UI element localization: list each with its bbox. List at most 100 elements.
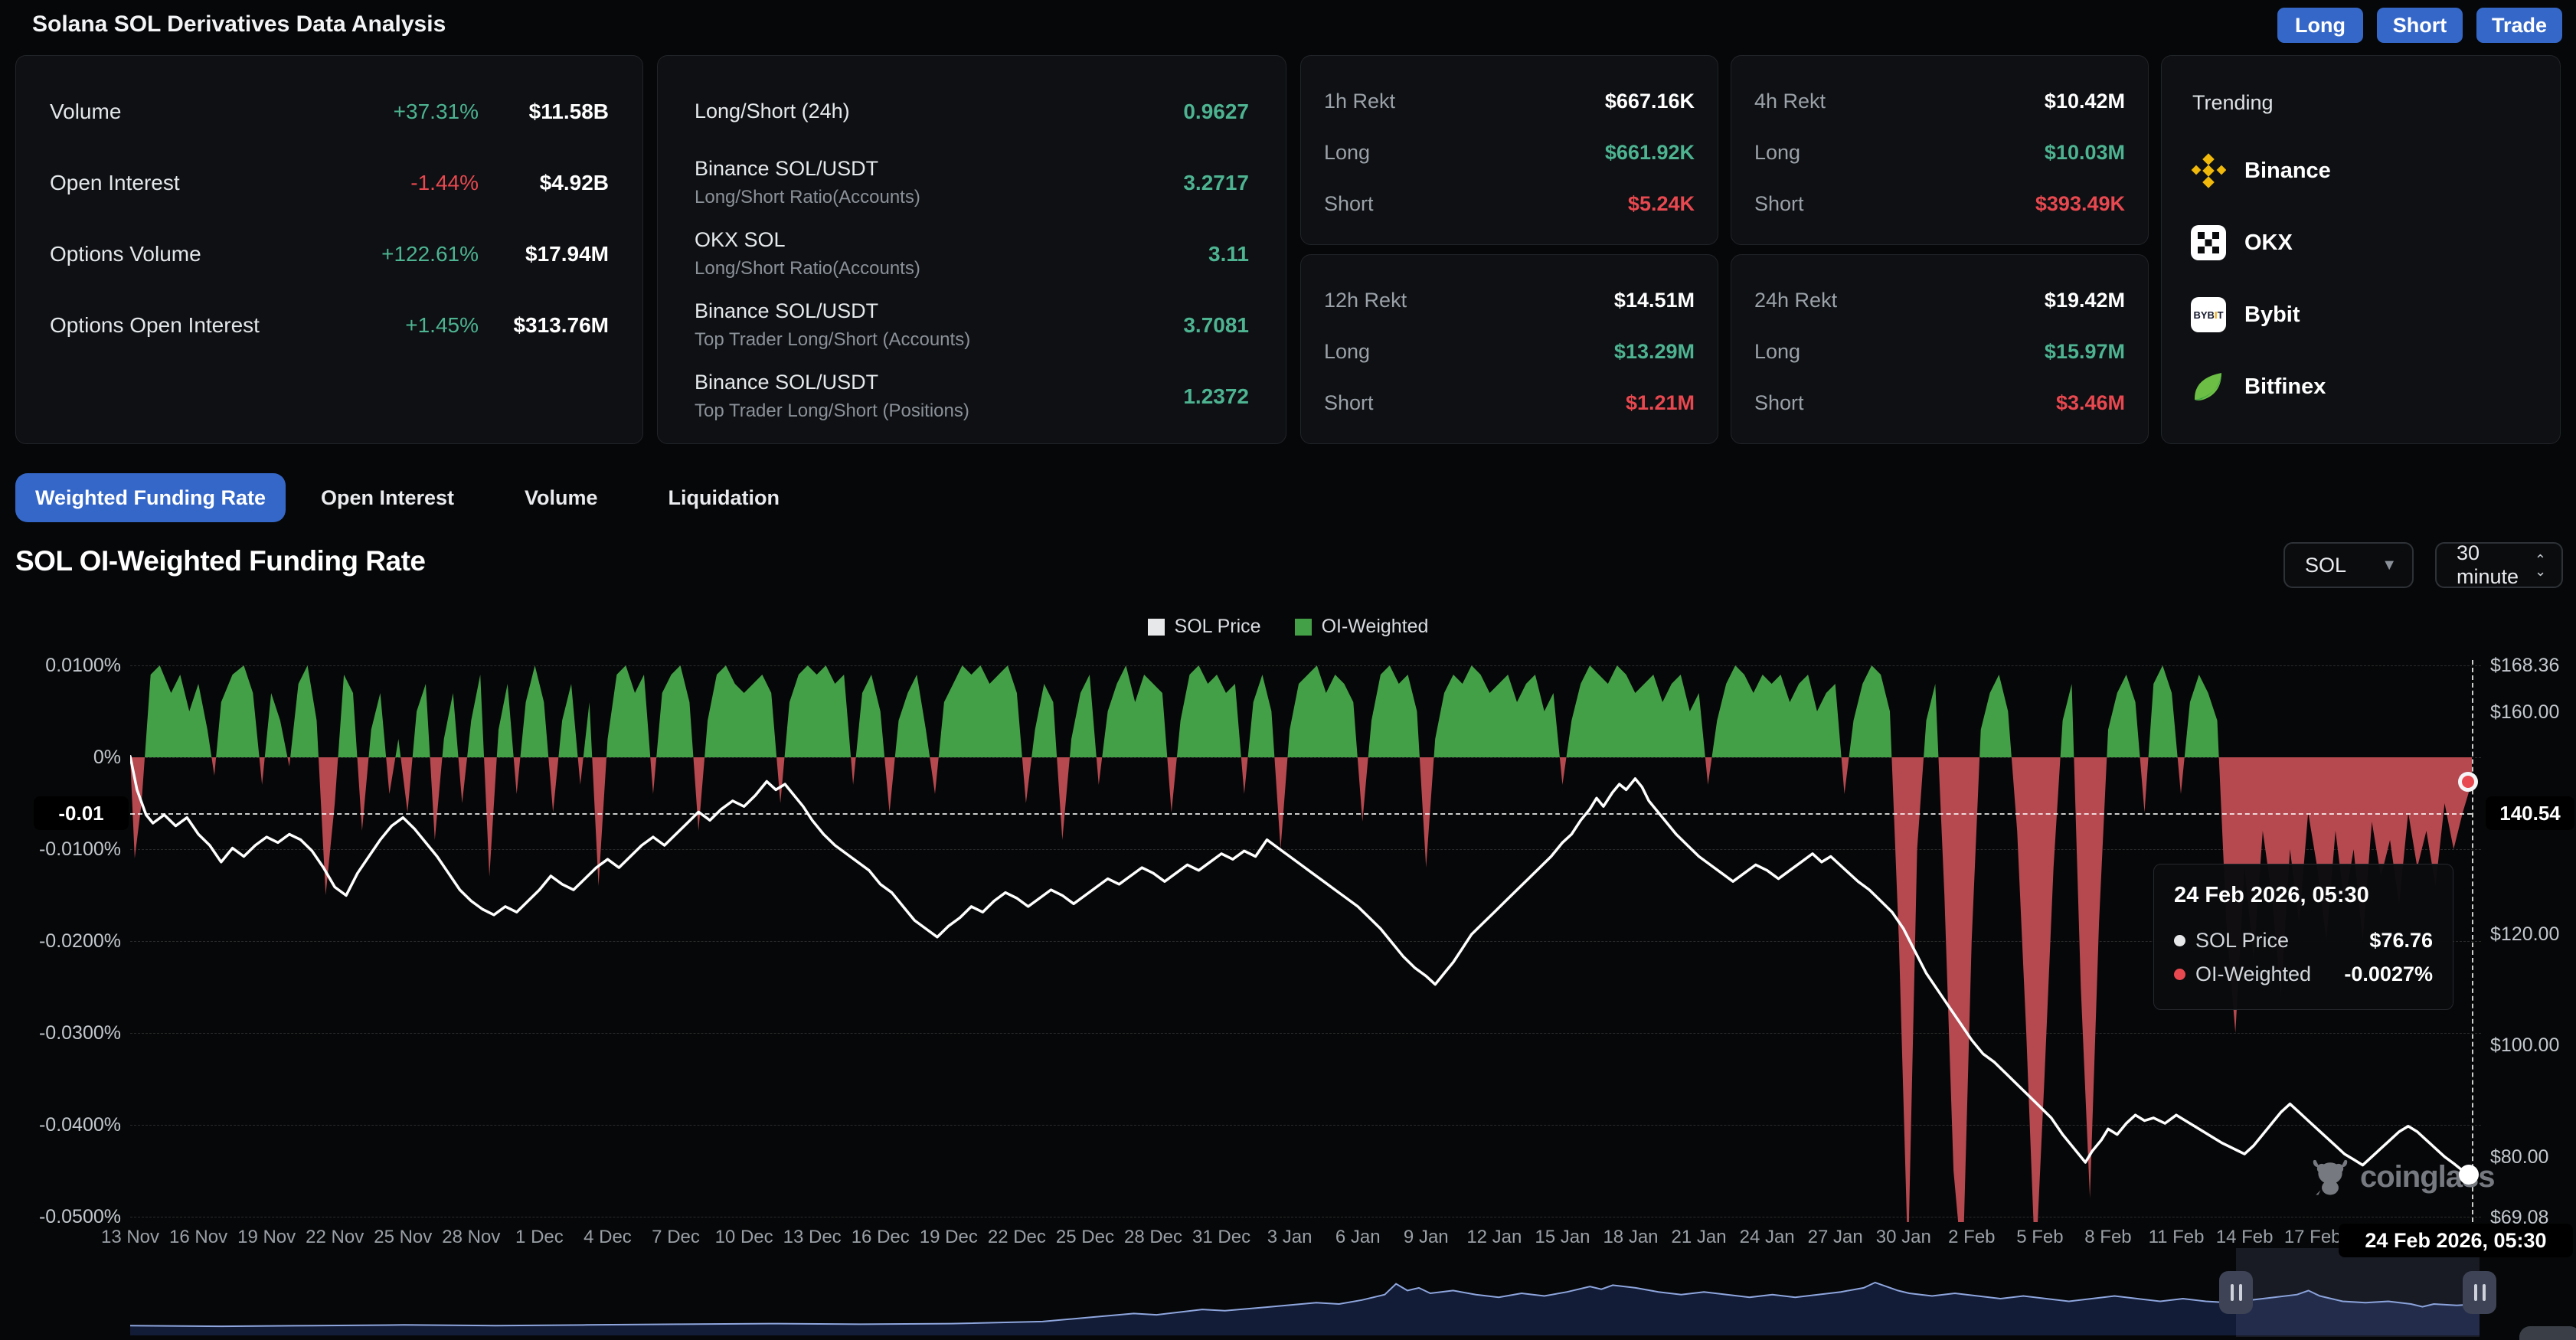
rekt-short-value: $1.21M <box>1626 391 1695 415</box>
ls-label: Binance SOL/USDT <box>695 371 1183 394</box>
symbol-select-value: SOL <box>2305 554 2346 577</box>
rekt-long-value: $10.03M <box>2045 141 2125 165</box>
rekt-title: 24h Rekt <box>1754 289 2045 312</box>
crosshair-time-badge: 24 Feb 2026, 05:30 <box>2339 1224 2573 1257</box>
rekt-long-label: Long <box>1754 340 2045 364</box>
interval-select[interactable]: 30 minute ⌃⌃ <box>2435 542 2563 588</box>
tooltip-dot-sol-price <box>2174 935 2185 946</box>
chevron-down-icon: ▼ <box>2381 557 2397 574</box>
rekt-short-value: $3.46M <box>2056 391 2125 415</box>
handle-grip-icon <box>2483 1284 2486 1301</box>
short-button[interactable]: Short <box>2377 8 2463 43</box>
bitfinex-icon <box>2191 369 2226 404</box>
rekt-title: 12h Rekt <box>1324 289 1614 312</box>
rekt-short-value: $393.49K <box>2035 192 2125 216</box>
ls-row: Binance SOL/USDT Long/Short Ratio(Accoun… <box>695 147 1249 218</box>
rekt-short-label: Short <box>1754 192 2035 216</box>
navigator-handle-left[interactable] <box>2219 1271 2253 1314</box>
chart-tabs: Weighted Funding Rate Open Interest Volu… <box>15 473 815 522</box>
crosshair-right-badge: 140.54 <box>2486 796 2574 830</box>
stat-label: Options Open Interest <box>50 313 318 338</box>
ls-value: 0.9627 <box>1183 100 1249 124</box>
section-title: SOL OI-Weighted Funding Rate <box>15 545 426 577</box>
stat-value: $313.76M <box>479 313 609 338</box>
tooltip-row-oi-weighted: OI-Weighted -0.0027% <box>2174 957 2433 991</box>
y-tick-label-right: $80.00 <box>2490 1146 2548 1168</box>
ls-value: 3.7081 <box>1183 313 1249 338</box>
tooltip-timestamp: 24 Feb 2026, 05:30 <box>2174 883 2433 908</box>
legend-item-oi-weighted[interactable]: OI-Weighted <box>1295 616 1429 638</box>
page-title: Solana SOL Derivatives Data Analysis <box>32 0 446 49</box>
trending-item-label: Bitfinex <box>2244 374 2326 400</box>
trending-item-okx[interactable]: OKX <box>2191 207 2531 279</box>
rekt-long-label: Long <box>1324 340 1614 364</box>
header-buttons: Long Short Trade <box>2277 8 2562 43</box>
stats-card: Volume +37.31% $11.58B Open Interest -1.… <box>15 55 643 444</box>
interval-select-value: 30 minute <box>2457 541 2535 589</box>
y-tick-label-left: -0.0100% <box>6 838 121 861</box>
bybit-icon: BYBIT <box>2191 297 2226 332</box>
chart-tooltip: 24 Feb 2026, 05:30 SOL Price $76.76 OI-W… <box>2153 864 2453 1010</box>
navigator-selection[interactable] <box>2236 1248 2480 1337</box>
stat-label: Volume <box>50 100 318 124</box>
ls-label: OKX SOL <box>695 228 1208 252</box>
ls-sublabel: Top Trader Long/Short (Positions) <box>695 400 1183 422</box>
y-tick-label-left: -0.0300% <box>6 1022 121 1044</box>
rekt-title: 4h Rekt <box>1754 90 2045 113</box>
rekt-long-value: $661.92K <box>1605 141 1695 165</box>
trade-button[interactable]: Trade <box>2476 8 2562 43</box>
rekt-title: 1h Rekt <box>1324 90 1605 113</box>
legend-swatch-sol-price <box>1148 619 1165 636</box>
stat-row-options-open-interest: Options Open Interest +1.45% $313.76M <box>50 289 609 361</box>
trending-item-binance[interactable]: Binance <box>2191 135 2531 207</box>
tab-weighted-funding-rate[interactable]: Weighted Funding Rate <box>15 473 286 522</box>
trending-card: Trending Binance <box>2161 55 2561 444</box>
trending-item-bitfinex[interactable]: Bitfinex <box>2191 351 2531 423</box>
rekt-long-label: Long <box>1754 141 2045 165</box>
rekt-total: $14.51M <box>1614 289 1695 312</box>
plot-area <box>130 660 2481 1222</box>
stat-row-options-volume: Options Volume +122.61% $17.94M <box>50 218 609 289</box>
rekt-short-value: $5.24K <box>1628 192 1695 216</box>
stat-change: +122.61% <box>318 242 479 266</box>
tooltip-dot-oi-weighted <box>2174 969 2185 980</box>
navigator-handle-right[interactable] <box>2463 1271 2496 1314</box>
trending-item-bybit[interactable]: BYBIT Bybit <box>2191 279 2531 351</box>
tab-volume[interactable]: Volume <box>489 473 633 522</box>
rekt-total: $667.16K <box>1605 90 1695 113</box>
long-button[interactable]: Long <box>2277 8 2363 43</box>
chart-navigator[interactable] <box>0 1248 2576 1340</box>
ls-sublabel: Long/Short Ratio(Accounts) <box>695 187 1183 208</box>
trending-item-label: OKX <box>2244 230 2293 256</box>
rekt-long-value: $15.97M <box>2045 340 2125 364</box>
y-tick-label-left: -0.0500% <box>6 1206 121 1228</box>
rekt-card-4h: 4h Rekt$10.42M Long$10.03M Short$393.49K <box>1731 55 2149 245</box>
y-tick-label-right: $160.00 <box>2490 701 2559 724</box>
ls-row: Binance SOL/USDT Top Trader Long/Short (… <box>695 289 1249 361</box>
stat-row-volume: Volume +37.31% $11.58B <box>50 76 609 147</box>
okx-icon <box>2191 225 2226 260</box>
crosshair-vertical <box>2472 660 2473 1230</box>
handle-grip-icon <box>2239 1284 2242 1301</box>
y-tick-label-right: $100.00 <box>2490 1034 2559 1057</box>
tab-open-interest[interactable]: Open Interest <box>286 473 489 522</box>
y-tick-label-right: $168.36 <box>2490 655 2559 677</box>
ls-row: OKX SOL Long/Short Ratio(Accounts) 3.11 <box>695 218 1249 289</box>
y-tick-label-left: 0% <box>6 747 121 769</box>
sol-price-line <box>130 757 2472 1175</box>
stat-change: +1.45% <box>318 313 479 338</box>
handle-grip-icon <box>2231 1284 2234 1301</box>
funding-area-positive <box>130 665 2472 1222</box>
tab-liquidation[interactable]: Liquidation <box>633 473 815 522</box>
ls-row: Long/Short (24h) 0.9627 <box>695 76 1249 147</box>
stepper-icon: ⌃⌃ <box>2535 554 2546 576</box>
trending-item-label: Bybit <box>2244 302 2300 328</box>
legend-item-sol-price[interactable]: SOL Price <box>1148 616 1261 638</box>
binance-icon <box>2191 153 2226 188</box>
corner-button[interactable] <box>2519 1326 2576 1340</box>
symbol-select[interactable]: SOL ▼ <box>2283 542 2414 588</box>
handle-grip-icon <box>2474 1284 2477 1301</box>
chart-legend: SOL Price OI-Weighted <box>0 616 2576 638</box>
stat-value: $17.94M <box>479 242 609 266</box>
navigator-area <box>130 1283 2480 1335</box>
